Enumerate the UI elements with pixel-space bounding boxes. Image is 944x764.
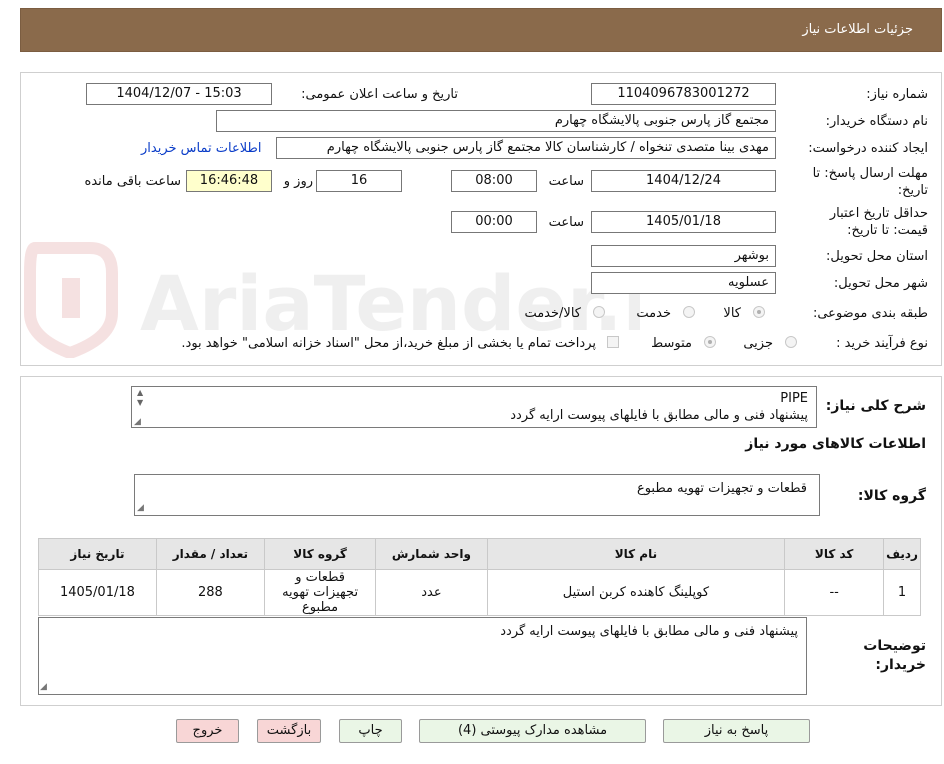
description-textarea: PIPE پیشنهاد فنی و مالی مطابق با فایلهای… [131, 386, 817, 428]
buyer-notes-label-line2: خریدار: [875, 657, 926, 673]
category-label: طبقه بندی موضوعی: [812, 306, 928, 321]
cell-unit: عدد [375, 569, 488, 616]
deadline-time-label: ساعت [548, 174, 584, 189]
goods-group-label: گروه کالا: [857, 488, 926, 504]
category-radio-goods-service[interactable] [593, 306, 605, 318]
col-quantity: تعداد / مقدار [155, 538, 265, 570]
buyer-org-label: نام دستگاه خریدار: [825, 114, 928, 129]
process-type-label: نوع فرآیند خرید : [836, 336, 928, 351]
goods-group-value: قطعات و تجهیزات تهویه مطبوع [636, 481, 807, 496]
city-label: شهر محل تحویل: [833, 276, 928, 291]
category-option-goods: کالا [723, 306, 741, 321]
validity-date-field: 1405/01/18 [591, 211, 776, 233]
announce-datetime-field: 1404/12/07 - 15:03 [86, 83, 272, 105]
buyer-contact-link[interactable]: اطلاعات تماس خریدار [141, 141, 261, 156]
remaining-time-field: 16:46:48 [186, 170, 272, 192]
buyer-notes-textarea: پیشنهاد فنی و مالی مطابق با فایلهای پیوس… [38, 617, 807, 695]
deadline-time-field: 08:00 [451, 170, 537, 192]
buyer-notes-label-line1: توضیحات [863, 638, 926, 654]
need-number-field: 1104096783001272 [591, 83, 776, 105]
page-header: جزئیات اطلاعات نیاز [20, 8, 942, 52]
category-radio-service[interactable] [683, 306, 695, 318]
goods-section-title: اطلاعات کالاهای مورد نیاز [745, 436, 926, 452]
print-button[interactable]: چاپ [339, 719, 402, 743]
description-line-1: PIPE [780, 391, 808, 406]
announce-datetime-label: تاریخ و ساعت اعلان عمومی: [301, 87, 458, 102]
creator-field: مهدی بینا متصدی تنخواه / کارشناسان کالا … [276, 137, 776, 159]
category-option-service: خدمت [636, 306, 671, 321]
validity-time-field: 00:00 [451, 211, 537, 233]
back-button[interactable]: بازگشت [257, 719, 321, 743]
remaining-time-label: ساعت باقی مانده [84, 174, 181, 189]
col-need-date: تاریخ نیاز [38, 538, 157, 570]
page-title: جزئیات اطلاعات نیاز [802, 22, 913, 37]
province-label: استان محل تحویل: [826, 249, 928, 264]
cell-quantity: 288 [155, 569, 265, 616]
deadline-label-line1: مهلت ارسال پاسخ: تا [812, 166, 928, 181]
days-remaining-field: 16 [316, 170, 402, 192]
cell-goods-group: قطعات و تجهیزات تهویه مطبوع [263, 569, 377, 616]
validity-label-line1: حداقل تاریخ اعتبار [829, 206, 928, 221]
treasury-payment-checkbox[interactable] [607, 336, 619, 348]
col-item-code: کد کالا [784, 538, 885, 570]
items-table: ردیف کد کالا نام کالا واحد شمارش گروه کا… [38, 538, 921, 616]
deadline-date-field: 1404/12/24 [591, 170, 776, 192]
col-unit: واحد شمارش [375, 538, 488, 570]
col-goods-group: گروه کالا [263, 538, 377, 570]
need-number-label: شماره نیاز: [866, 87, 928, 102]
items-table-header: ردیف کد کالا نام کالا واحد شمارش گروه کا… [38, 538, 921, 570]
province-field: بوشهر [591, 245, 776, 267]
goods-group-resize-icon[interactable]: ◢ [137, 503, 144, 513]
exit-button[interactable]: خروج [176, 719, 239, 743]
description-line-2: پیشنهاد فنی و مالی مطابق با فایلهای پیوس… [510, 408, 808, 423]
category-radio-goods[interactable] [753, 306, 765, 318]
process-option-medium: متوسط [651, 336, 692, 351]
scroll-down-icon[interactable]: ▼ [137, 398, 143, 407]
treasury-payment-note: پرداخت تمام یا بخشی از مبلغ خرید،از محل … [181, 336, 596, 351]
process-radio-medium[interactable] [704, 336, 716, 348]
reply-button[interactable]: پاسخ به نیاز [663, 719, 810, 743]
cell-item-code: -- [784, 569, 885, 616]
process-option-minor: جزیی [743, 336, 773, 351]
table-row: 1 -- کوپلینگ کاهنده کربن استیل عدد قطعات… [38, 569, 921, 616]
deadline-label-line2: تاریخ: [897, 183, 928, 198]
cell-item-name: کوپلینگ کاهنده کربن استیل [486, 569, 786, 616]
creator-label: ایجاد کننده درخواست: [808, 141, 928, 156]
category-option-goods-service: کالا/خدمت [524, 306, 581, 321]
cell-need-date: 1405/01/18 [38, 569, 157, 616]
days-label: روز و [283, 174, 313, 189]
col-item-name: نام کالا [486, 538, 786, 570]
validity-label-line2: قیمت: تا تاریخ: [847, 223, 928, 238]
goods-group-textarea: قطعات و تجهیزات تهویه مطبوع [134, 474, 820, 516]
col-row-number: ردیف [883, 538, 921, 570]
view-attachments-button[interactable]: مشاهده مدارک پیوستی (4) [419, 719, 646, 743]
cell-row-number: 1 [883, 569, 921, 616]
resize-handle-icon[interactable]: ◢ [134, 417, 141, 427]
buyer-notes-text: پیشنهاد فنی و مالی مطابق با فایلهای پیوس… [500, 624, 798, 639]
description-label: شرح کلی نیاز: [825, 398, 926, 414]
scroll-up-icon[interactable]: ▲ [137, 388, 143, 397]
buyer-org-field: مجتمع گاز پارس جنوبی پالایشگاه چهارم [216, 110, 776, 132]
city-field: عسلویه [591, 272, 776, 294]
validity-time-label: ساعت [548, 215, 584, 230]
process-radio-minor[interactable] [785, 336, 797, 348]
buyer-notes-resize-icon[interactable]: ◢ [40, 682, 47, 692]
